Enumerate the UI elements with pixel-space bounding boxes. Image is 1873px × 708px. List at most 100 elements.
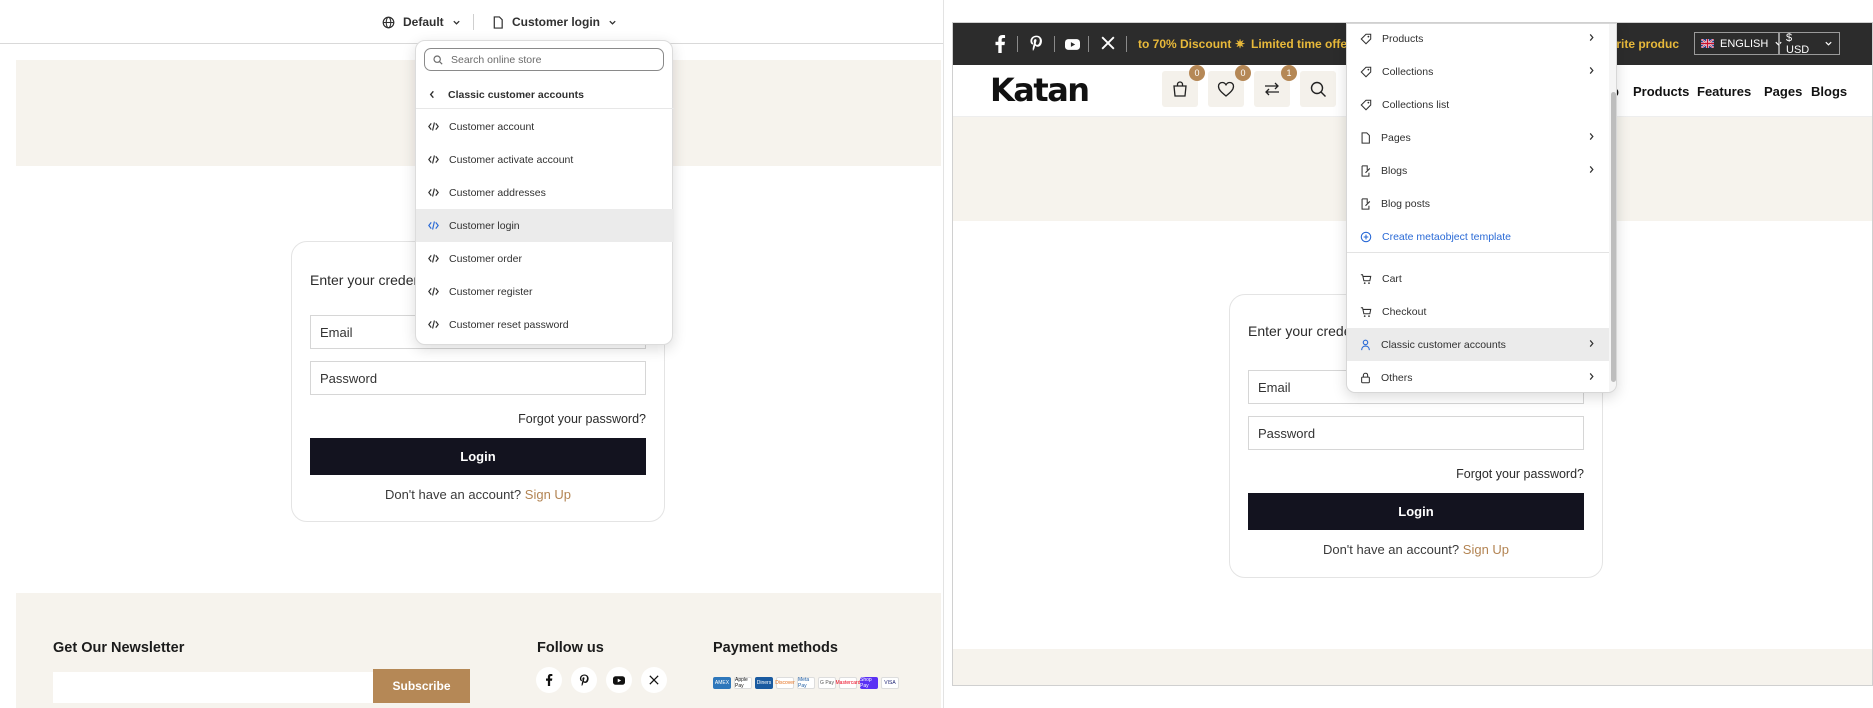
template-selector[interactable]: Customer login: [492, 12, 617, 32]
wishlist-button[interactable]: 0: [1208, 65, 1251, 107]
menu-divider: [1347, 252, 1609, 253]
page-icon: [492, 15, 504, 29]
chevron-right-icon: [1588, 33, 1595, 42]
template-item-label: Customer account: [449, 120, 535, 133]
template-item[interactable]: Customer addresses: [416, 176, 674, 209]
chevron-right-icon: [1588, 165, 1595, 174]
category-item[interactable]: Collections list: [1347, 88, 1609, 121]
template-dropdown: Search online store Classic customer acc…: [415, 40, 674, 345]
signup-link[interactable]: Sign Up: [1463, 542, 1509, 557]
language-selector[interactable]: ENGLISH: [1694, 32, 1782, 55]
category-item[interactable]: Collections: [1347, 55, 1609, 88]
cart-button[interactable]: 0: [1162, 65, 1205, 107]
category-item-label: Collections list: [1382, 98, 1450, 111]
category-item-label: Collections: [1382, 65, 1434, 78]
code-icon: [428, 221, 439, 230]
password-placeholder: Password: [1258, 425, 1316, 441]
template-item[interactable]: Customer login: [416, 209, 674, 242]
youtube-icon[interactable]: [606, 667, 632, 693]
search-button[interactable]: [1300, 71, 1336, 107]
site-logo[interactable]: Katan: [990, 71, 1090, 109]
footer: Get Our Newsletter Subscribe Follow us P…: [16, 593, 941, 708]
category-item[interactable]: Blog posts: [1347, 187, 1609, 220]
youtube-icon[interactable]: [1065, 37, 1083, 55]
nav-item-features[interactable]: Features: [1697, 84, 1751, 99]
category-item[interactable]: Classic customer accounts: [1347, 328, 1609, 361]
category-item[interactable]: Pages: [1347, 121, 1609, 154]
template-item-label: Customer login: [449, 219, 520, 232]
template-item-label: Customer order: [449, 252, 522, 265]
template-item[interactable]: Customer account: [416, 110, 674, 143]
nav-item-pages[interactable]: Pages: [1764, 84, 1802, 99]
currency-label: $ USD: [1786, 31, 1810, 56]
back-label: Classic customer accounts: [448, 88, 584, 101]
code-icon: [428, 287, 439, 296]
payment-method-icon: Diners: [755, 677, 773, 689]
login-button[interactable]: Login: [1248, 493, 1584, 530]
blog-icon: [1360, 197, 1371, 210]
chevron-right-icon: [1588, 132, 1595, 141]
facebook-icon[interactable]: [536, 667, 562, 693]
category-item-label: Others: [1381, 371, 1413, 384]
category-item[interactable]: Create metaobject template: [1347, 220, 1609, 253]
password-field[interactable]: Password: [310, 361, 646, 395]
code-icon: [428, 254, 439, 263]
payment-heading: Payment methods: [713, 640, 838, 656]
password-field[interactable]: Password: [1248, 416, 1584, 450]
marquee-text-2: Limited time offer: [1251, 37, 1352, 51]
no-account-text: Don't have an account?: [384, 487, 522, 502]
search-placeholder: Search online store: [451, 53, 542, 66]
toolbar-divider: [473, 14, 474, 30]
payment-method-icon: Shop Pay: [860, 677, 878, 689]
pinterest-icon[interactable]: [571, 667, 597, 693]
facebook-icon[interactable]: [994, 35, 1012, 53]
forgot-password-link[interactable]: Forgot your password?: [1248, 467, 1584, 481]
category-item[interactable]: Blogs: [1347, 154, 1609, 187]
template-search-input[interactable]: Search online store: [424, 48, 664, 71]
nav-item-products[interactable]: Products: [1633, 84, 1689, 99]
newsletter-email-input[interactable]: [53, 672, 375, 703]
language-label: ENGLISH: [1720, 37, 1769, 50]
template-item[interactable]: Customer register: [416, 275, 674, 308]
chevron-down-icon: [452, 18, 461, 27]
currency-selector[interactable]: $ USD: [1779, 31, 1840, 56]
forgot-password-link[interactable]: Forgot your password?: [310, 412, 646, 426]
subscribe-button[interactable]: Subscribe: [373, 669, 470, 703]
x-twitter-icon[interactable]: [1101, 36, 1119, 54]
template-item-label: Customer reset password: [449, 318, 569, 331]
category-item-label: Pages: [1381, 131, 1411, 144]
newsletter-heading: Get Our Newsletter: [53, 640, 185, 656]
category-item[interactable]: Checkout: [1347, 295, 1609, 328]
payment-method-icon: Mastercard: [836, 677, 861, 689]
category-item[interactable]: Others: [1347, 361, 1609, 392]
nav-item-blogs[interactable]: Blogs: [1811, 84, 1847, 99]
shopping-bag-icon: [1171, 80, 1189, 98]
login-card-title: Enter your crede: [1248, 323, 1352, 339]
template-item[interactable]: Customer order: [416, 242, 674, 275]
back-to-category[interactable]: Classic customer accounts: [416, 81, 674, 109]
editor-left-pane: Default Customer login Enter your creden…: [0, 0, 944, 708]
theme-selector[interactable]: Default: [382, 12, 461, 32]
pinterest-icon[interactable]: [1029, 35, 1047, 53]
email-placeholder: Email: [320, 324, 353, 340]
template-category-menu: Products Collections Collections list Pages…: [1346, 23, 1617, 393]
email-placeholder: Email: [1258, 379, 1291, 395]
menu-scrollbar-thumb[interactable]: [1611, 92, 1616, 382]
tags-icon: [1360, 66, 1372, 78]
storefront-preview-right: to 70% Discount ✷ Limited time offer ori…: [952, 22, 1873, 686]
uk-flag-icon: [1701, 39, 1714, 48]
cart-icon: [1360, 273, 1372, 285]
payment-method-icon: Discover: [775, 677, 795, 689]
login-button[interactable]: Login: [310, 438, 646, 475]
follow-heading: Follow us: [537, 640, 604, 656]
category-item[interactable]: Products: [1347, 24, 1609, 55]
template-item[interactable]: Customer reset password: [416, 308, 674, 341]
search-icon: [1310, 81, 1327, 98]
x-twitter-icon[interactable]: [641, 667, 667, 693]
search-icon: [433, 54, 443, 65]
signup-link[interactable]: Sign Up: [525, 487, 571, 502]
cart-icon: [1360, 306, 1372, 318]
compare-button[interactable]: 1: [1254, 65, 1297, 107]
template-item[interactable]: Customer activate account: [416, 143, 674, 176]
category-item[interactable]: Cart: [1347, 262, 1609, 295]
